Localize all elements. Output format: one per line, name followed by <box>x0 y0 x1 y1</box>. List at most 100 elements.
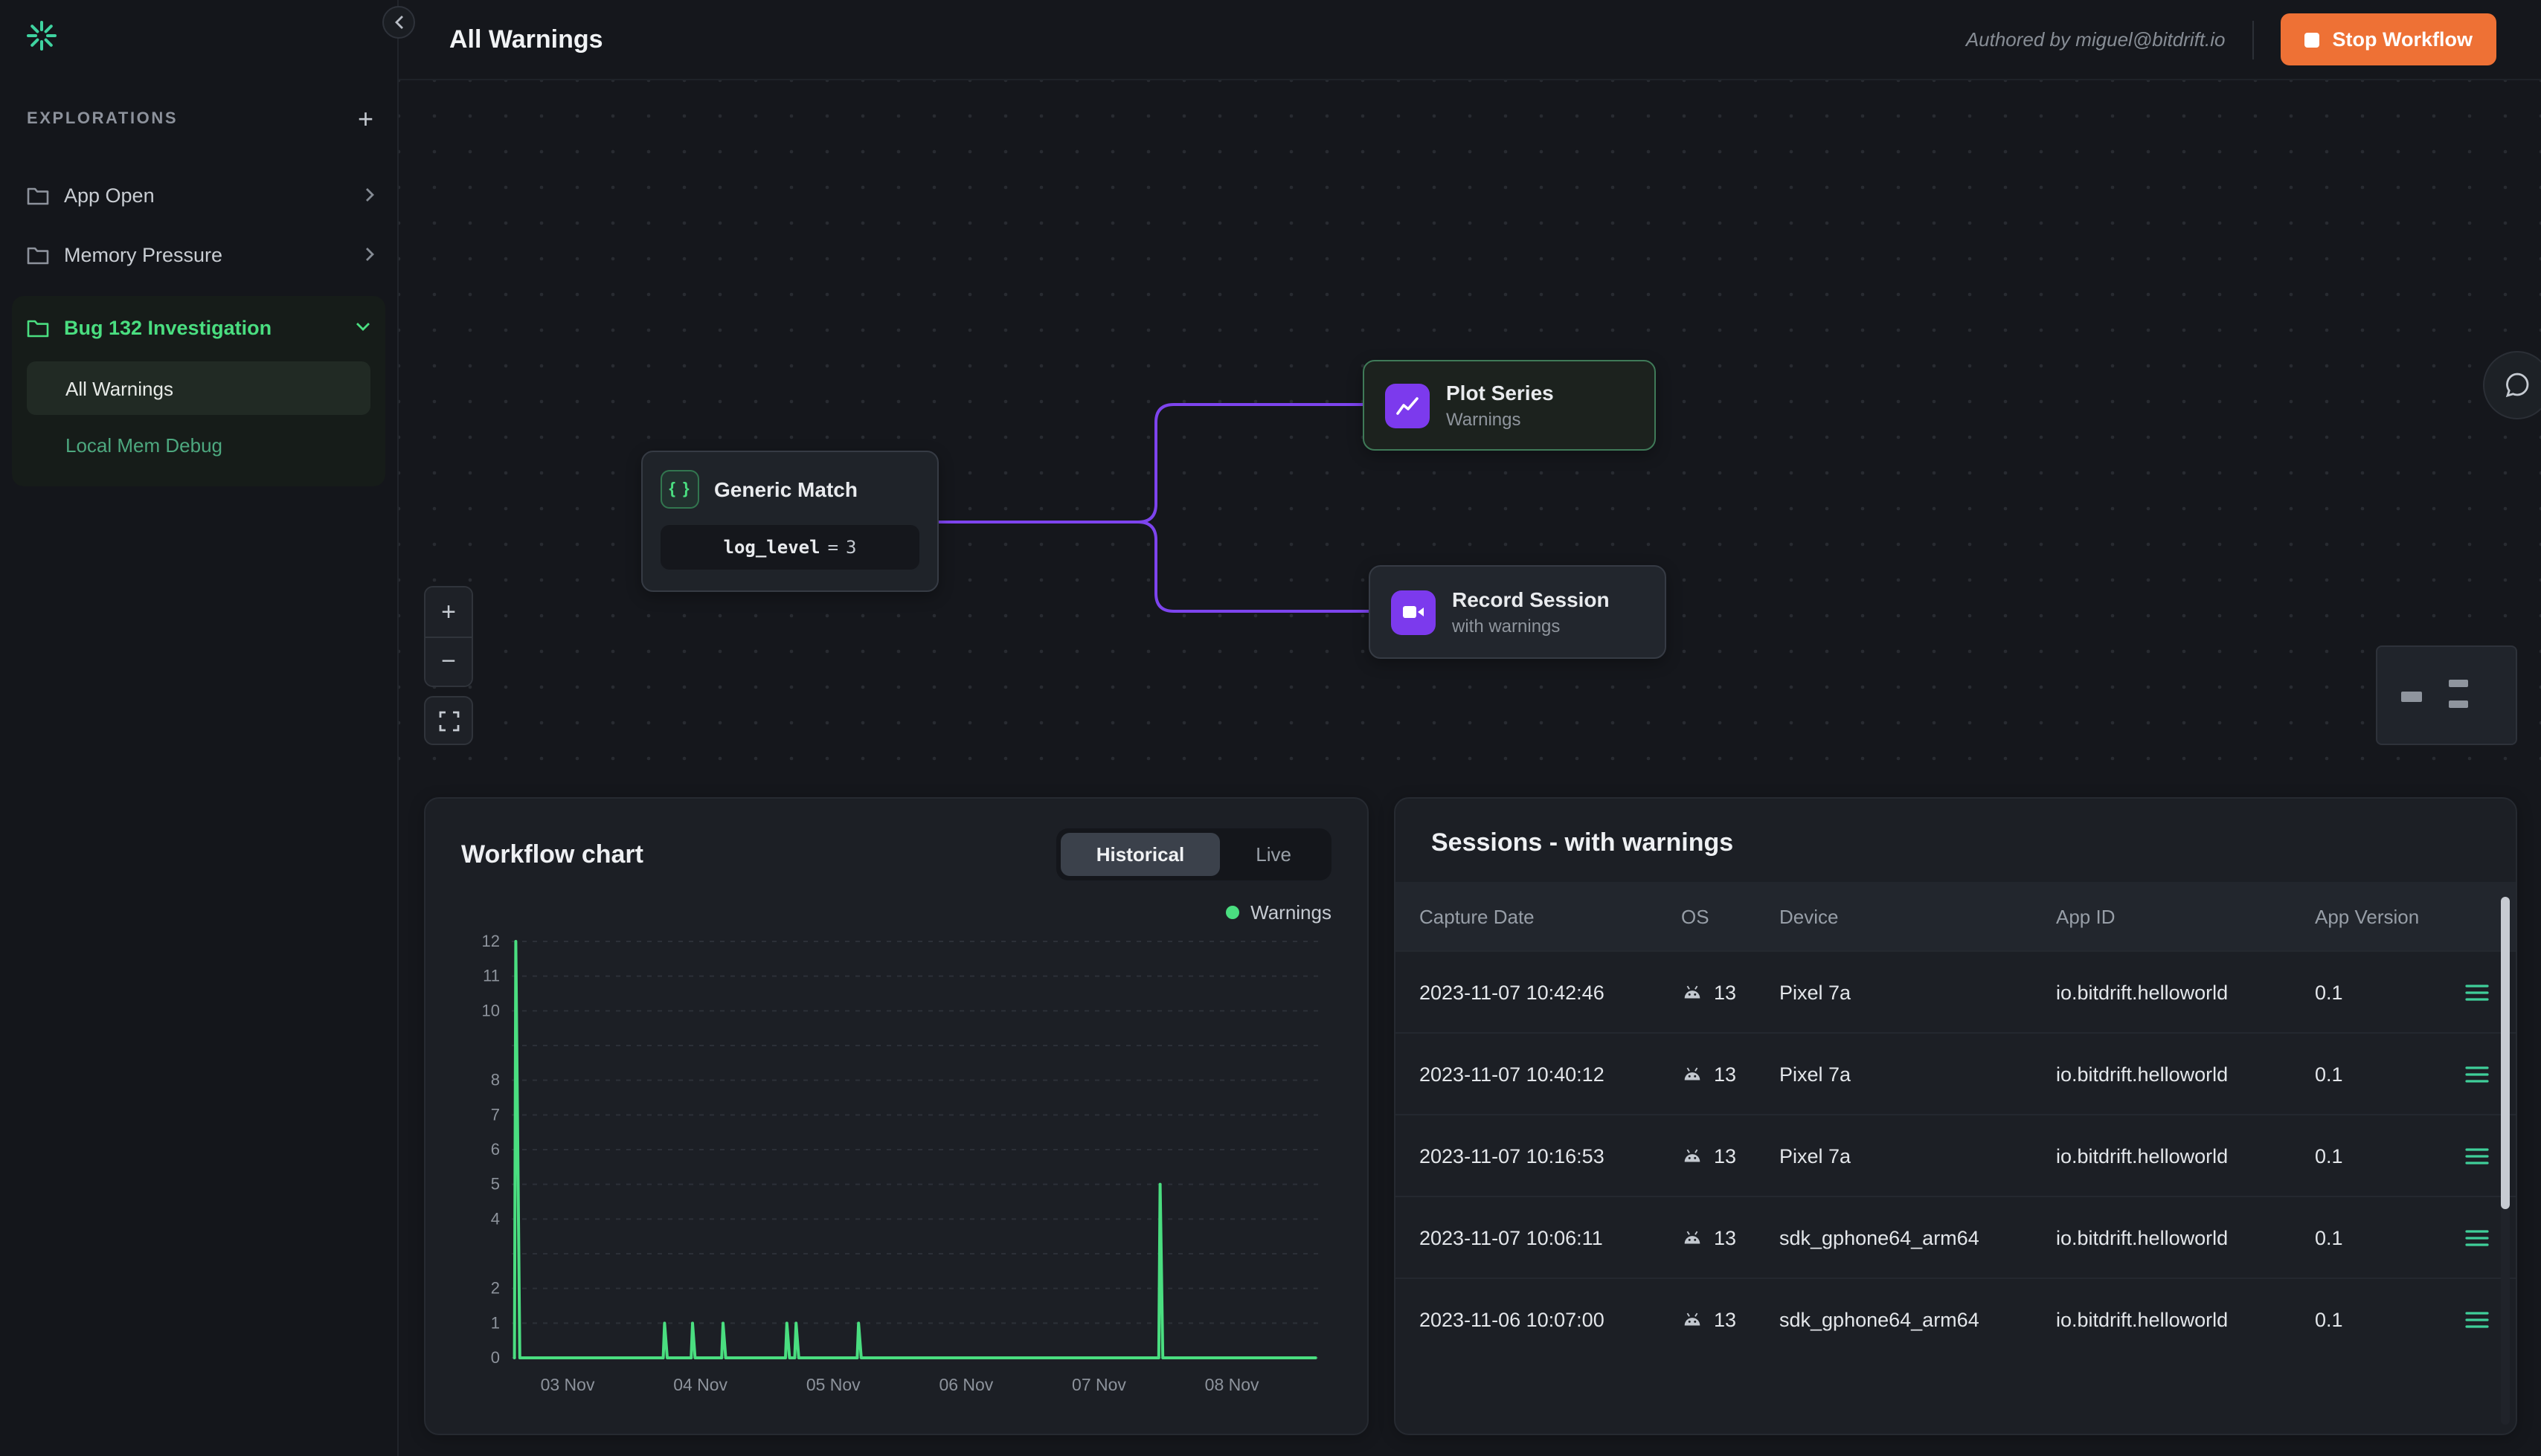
explorations-section-title: EXPLORATIONS <box>27 110 178 128</box>
chat-bubble-icon <box>2502 370 2532 400</box>
session-row[interactable]: 2023-11-07 10:40:1213Pixel 7aio.bitdrift… <box>1395 1032 2516 1114</box>
svg-text:10: 10 <box>482 1001 500 1019</box>
capture-date-cell: 2023-11-07 10:40:12 <box>1419 1063 1681 1085</box>
session-actions-button[interactable] <box>2465 1310 2489 1329</box>
svg-text:0: 0 <box>491 1348 500 1367</box>
node-generic-match[interactable]: { } Generic Match log_level = 3 <box>641 451 939 592</box>
session-list-icon <box>2465 1228 2489 1247</box>
col-capture-date: Capture Date <box>1419 905 1681 927</box>
minimap-node <box>2449 680 2468 687</box>
svg-text:12: 12 <box>482 932 500 950</box>
svg-text:2: 2 <box>491 1279 500 1298</box>
zoom-out-button[interactable]: − <box>425 637 472 686</box>
svg-text:1: 1 <box>491 1313 500 1332</box>
stop-workflow-button[interactable]: Stop Workflow <box>2281 13 2497 65</box>
capture-date-cell: 2023-11-07 10:42:46 <box>1419 981 1681 1003</box>
bitdrift-logo-icon <box>24 18 60 54</box>
svg-text:05 Nov: 05 Nov <box>806 1375 861 1394</box>
legend-dot-warnings <box>1225 906 1239 919</box>
capture-date-cell: 2023-11-07 10:16:53 <box>1419 1144 1681 1167</box>
minimap-node <box>2449 700 2468 708</box>
session-row[interactable]: 2023-11-06 10:07:0013sdk_gphone64_arm64i… <box>1395 1278 2516 1359</box>
session-actions-button[interactable] <box>2465 1228 2489 1247</box>
main-area: All Warnings Authored by miguel@bitdrift… <box>399 0 2541 1456</box>
session-actions-button[interactable] <box>2465 1064 2489 1083</box>
android-icon <box>1681 1148 1703 1163</box>
topbar-divider <box>2252 20 2254 59</box>
zoom-in-button[interactable]: + <box>425 587 472 637</box>
sidebar: EXPLORATIONS + App Open Memory Pressure … <box>0 0 399 1456</box>
sessions-scrollbar-thumb[interactable] <box>2501 897 2510 1209</box>
svg-text:08 Nov: 08 Nov <box>1205 1375 1259 1394</box>
app-version-cell: 0.1 <box>2315 1226 2452 1249</box>
add-exploration-button[interactable]: + <box>358 106 373 132</box>
condition-value: 3 <box>846 537 856 558</box>
svg-text:8: 8 <box>491 1071 500 1089</box>
col-app-version: App Version <box>2315 905 2452 927</box>
minimap-node <box>2401 692 2422 702</box>
sidebar-item-local-mem-debug[interactable]: Local Mem Debug <box>27 418 370 471</box>
braces-icon: { } <box>661 470 699 509</box>
sidebar-item-app-open[interactable]: App Open <box>0 165 397 225</box>
tab-historical[interactable]: Historical <box>1061 833 1221 876</box>
app-id-cell: io.bitdrift.helloworld <box>2056 1144 2315 1167</box>
explorations-list: App Open Memory Pressure Bug 132 Investi… <box>0 165 397 486</box>
node-title: Record Session <box>1452 587 1610 611</box>
session-actions-button[interactable] <box>2465 1146 2489 1165</box>
session-row[interactable]: 2023-11-07 10:06:1113sdk_gphone64_arm64i… <box>1395 1196 2516 1278</box>
session-row[interactable]: 2023-11-07 10:16:5313Pixel 7aio.bitdrift… <box>1395 1114 2516 1196</box>
logo[interactable] <box>0 0 397 61</box>
node-plot-series[interactable]: Plot Series Warnings <box>1363 360 1656 451</box>
svg-text:6: 6 <box>491 1140 500 1159</box>
os-cell: 13 <box>1681 1144 1779 1167</box>
android-icon <box>1681 1230 1703 1245</box>
sidebar-item-bug-132-investigation[interactable]: Bug 132 Investigation <box>12 296 385 358</box>
folder-icon <box>27 245 49 264</box>
os-cell: 13 <box>1681 981 1779 1003</box>
svg-text:11: 11 <box>483 967 500 985</box>
video-camera-icon <box>1391 590 1436 634</box>
app-id-cell: io.bitdrift.helloworld <box>2056 1226 2315 1249</box>
workflow-minimap[interactable] <box>2376 645 2517 745</box>
sidebar-group-bug-132: Bug 132 Investigation All Warnings Local… <box>12 296 385 486</box>
sidebar-item-label: Memory Pressure <box>64 243 222 265</box>
session-list-icon <box>2465 1146 2489 1165</box>
app-window: EXPLORATIONS + App Open Memory Pressure … <box>0 0 2541 1456</box>
sidebar-item-all-warnings[interactable]: All Warnings <box>27 361 370 415</box>
chevron-down-icon <box>356 321 370 333</box>
tab-live[interactable]: Live <box>1220 833 1327 876</box>
folder-icon <box>27 318 49 337</box>
col-os: OS <box>1681 905 1779 927</box>
stop-square-icon <box>2304 32 2319 47</box>
folder-icon <box>27 185 49 204</box>
session-actions-button[interactable] <box>2465 982 2489 1002</box>
svg-text:04 Nov: 04 Nov <box>673 1375 727 1394</box>
node-record-session[interactable]: Record Session with warnings <box>1369 565 1666 659</box>
sessions-title: Sessions - with warnings <box>1395 799 2516 882</box>
svg-text:4: 4 <box>491 1209 500 1228</box>
android-icon <box>1681 1312 1703 1327</box>
sidebar-collapse-button[interactable] <box>382 6 415 39</box>
sessions-panel: Sessions - with warnings Capture Date OS… <box>1394 797 2517 1435</box>
col-app-id: App ID <box>2056 905 2315 927</box>
os-cell: 13 <box>1681 1226 1779 1249</box>
zoom-controls: + − <box>424 586 473 687</box>
sidebar-item-memory-pressure[interactable]: Memory Pressure <box>0 225 397 284</box>
chart-mode-toggle: Historical Live <box>1056 828 1331 880</box>
svg-text:03 Nov: 03 Nov <box>541 1375 595 1394</box>
col-device: Device <box>1779 905 2056 927</box>
condition-operator: = <box>828 537 838 558</box>
svg-text:06 Nov: 06 Nov <box>939 1375 993 1394</box>
sessions-table-header: Capture Date OS Device App ID App Versio… <box>1395 882 2516 950</box>
node-subtitle: with warnings <box>1452 616 1610 637</box>
workflow-canvas[interactable]: { } Generic Match log_level = 3 Plot Ser… <box>399 80 2541 773</box>
android-icon <box>1681 1066 1703 1081</box>
android-icon <box>1681 985 1703 999</box>
authored-by-label: Authored by miguel@bitdrift.io <box>1966 28 2226 51</box>
os-cell: 13 <box>1681 1063 1779 1085</box>
chart-legend: Warnings <box>461 901 1331 924</box>
app-id-cell: io.bitdrift.helloworld <box>2056 1308 2315 1330</box>
session-list-icon <box>2465 1310 2489 1329</box>
session-row[interactable]: 2023-11-07 10:42:4613Pixel 7aio.bitdrift… <box>1395 950 2516 1032</box>
fit-view-button[interactable] <box>424 696 473 745</box>
